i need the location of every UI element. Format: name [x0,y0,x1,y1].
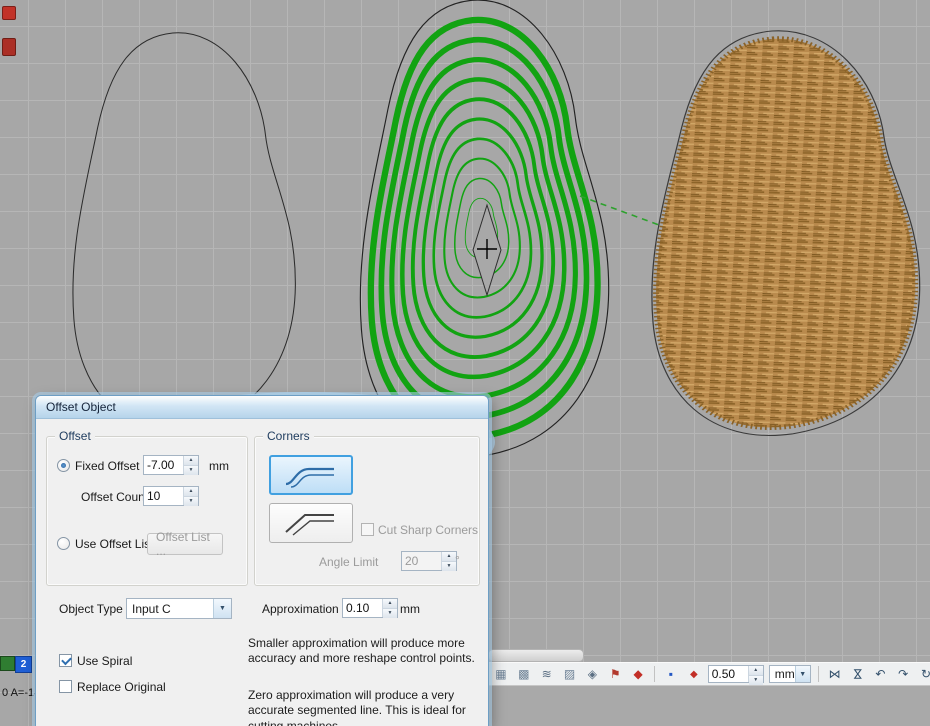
width-value-input[interactable] [709,666,748,682]
stitched-shape[interactable] [652,31,920,436]
statusbar-filler [487,686,930,726]
spinner-down-icon[interactable]: ▼ [383,609,397,618]
offset-count-spinbox: ▲ ▼ [143,486,199,506]
break-apart-icon[interactable]: ◆ [629,665,647,683]
spinner-down-icon[interactable]: ▼ [442,562,456,571]
stitch-density-icon[interactable]: ≋ [538,665,556,683]
cut-sharp-corners-label: Cut Sharp Corners [378,523,478,537]
units-value: mm [775,667,795,681]
spinner-down-icon[interactable]: ▼ [749,676,763,685]
dialog-title: Offset Object [46,400,116,414]
fixed-offset-spinner: ▲ ▼ [183,456,198,474]
corners-group-label: Corners [263,429,314,443]
docked-red-tool-icon[interactable] [2,6,16,20]
approximation-note-2: Zero approximation will produce a very a… [248,688,480,726]
spinner-up-icon[interactable]: ▲ [442,552,456,562]
rotate-reset-icon[interactable]: ↻ [917,665,930,683]
approximation-note-1: Smaller approximation will produce more … [248,636,480,667]
approximation-input[interactable] [343,599,382,617]
dialog-body: Offset Fixed Offset ▲ ▼ mm Offset Count … [36,418,488,726]
offset-count-spinner: ▲ ▼ [183,487,198,505]
outline-shape[interactable] [73,33,295,430]
offset-count-input[interactable] [144,487,183,505]
use-offset-list-label: Use Offset List [75,537,153,551]
dropdown-arrow-icon: ▼ [795,666,810,682]
spinner-up-icon[interactable]: ▲ [184,487,198,497]
rotate-left-icon[interactable]: ↶ [871,665,889,683]
fixed-offset-radio[interactable] [57,459,70,472]
cut-sharp-corners-checkbox[interactable] [361,523,374,536]
mirror-horizontal-icon[interactable]: ⋈ [826,665,844,683]
application-canvas: 2 0 A=-14 ▦ ▩ ≋ ▨ ◈ ⚑ ◆ ▪ ◆ ▲ ▼ mm ▼ ⋈ ⋈… [0,0,930,726]
approximation-unit: mm [400,602,420,616]
replace-original-label: Replace Original [77,680,166,694]
units-select[interactable]: mm ▼ [769,665,811,683]
spinner-up-icon[interactable]: ▲ [184,456,198,466]
angle-limit-unit: ° [455,553,460,567]
grid-icon[interactable]: ▦ [492,665,510,683]
width-spinbox: ▲ ▼ [708,665,764,683]
replace-original-checkbox[interactable] [59,680,72,693]
reshape-icon[interactable]: ◈ [583,665,601,683]
layer-number-badge[interactable]: 2 [15,656,32,673]
bottom-toolbar: ▦ ▩ ≋ ▨ ◈ ⚑ ◆ ▪ ◆ ▲ ▼ mm ▼ ⋈ ⋈ ↶ ↷ ↻ [487,662,930,686]
fill-pattern-icon[interactable]: ▨ [561,665,579,683]
spinner-up-icon[interactable]: ▲ [749,666,763,676]
toolbar-separator [818,666,819,682]
docked-red-panel-icon[interactable] [2,38,16,56]
toolbar-separator [654,666,655,682]
spinner-down-icon[interactable]: ▼ [184,466,198,475]
use-spiral-checkbox[interactable] [59,654,72,667]
spinner-down-icon[interactable]: ▼ [184,497,198,506]
spinner-up-icon[interactable]: ▲ [383,599,397,609]
offset-count-label: Offset Count [81,490,148,504]
horizontal-scrollbar[interactable] [488,649,584,662]
fixed-offset-unit: mm [209,459,229,473]
use-spiral-label: Use Spiral [77,654,132,668]
sharp-corners-button[interactable] [269,503,353,543]
width-spinner: ▲ ▼ [748,666,763,682]
dropdown-arrow-icon: ▼ [213,599,231,618]
corners-group: Corners Cut Sharp Corners Angle Limit [254,436,480,586]
fixed-offset-input[interactable] [144,456,183,474]
approximation-label: Approximation [262,602,339,616]
rounded-corner-icon [281,461,341,489]
object-type-label: Object Type [59,602,123,616]
angle-limit-label: Angle Limit [319,555,378,569]
connector-flag-icon[interactable]: ⚑ [606,665,624,683]
angle-limit-spinner: ▲ ▼ [441,552,456,570]
offset-group-label: Offset [55,429,95,443]
mirror-vertical-icon[interactable]: ⋈ [848,665,866,683]
fixed-offset-spinbox: ▲ ▼ [143,455,199,475]
offset-object-dialog: Offset Object Offset Fixed Offset ▲ ▼ mm… [35,395,489,726]
mesh-icon[interactable]: ▩ [515,665,533,683]
sharp-corner-icon [281,509,341,537]
offset-group: Offset Fixed Offset ▲ ▼ mm Offset Count … [46,436,248,586]
angle-limit-input[interactable] [402,552,441,570]
fixed-offset-label: Fixed Offset [75,459,139,473]
offset-list-button[interactable]: Offset List ... [147,533,223,555]
exit-point-icon[interactable]: ◆ [685,665,703,683]
dialog-titlebar[interactable]: Offset Object [36,396,488,419]
object-type-select[interactable]: Input C ▼ [126,598,232,619]
layer-color-swatch[interactable] [0,656,15,671]
entry-point-icon[interactable]: ▪ [662,665,680,683]
angle-limit-spinbox: ▲ ▼ [401,551,457,571]
approximation-spinner: ▲ ▼ [382,599,397,617]
rotate-right-icon[interactable]: ↷ [894,665,912,683]
object-type-value: Input C [132,602,171,616]
approximation-spinbox: ▲ ▼ [342,598,398,618]
rounded-corners-button[interactable] [269,455,353,495]
use-offset-list-radio[interactable] [57,537,70,550]
